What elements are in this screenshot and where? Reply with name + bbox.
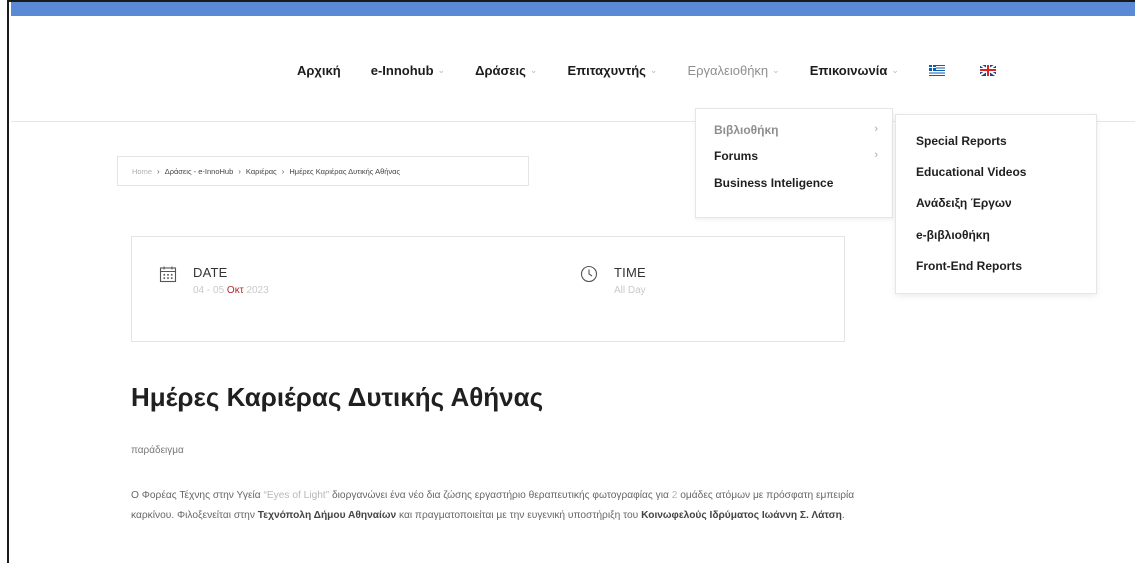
menu-item-forums[interactable]: Forums › xyxy=(714,149,878,163)
window-frame-left xyxy=(0,0,9,563)
page-title: Ημέρες Καριέρας Δυτικής Αθήνας xyxy=(131,382,544,412)
chevron-down-icon: ⌄ xyxy=(772,64,780,75)
nav-item-label: Εργαλειοθήκη xyxy=(687,62,769,78)
nav-item-e-innohub[interactable]: e-Innohub ⌄ xyxy=(371,63,445,78)
event-time: TIME All Day xyxy=(580,265,646,296)
event-info-box: DATE 04 - 05 Οκτ 2023 TIME All Day xyxy=(131,236,845,342)
text-run: και πραγματοποιείται με την ευγενική υπο… xyxy=(396,510,642,521)
submenu-item-front-end-reports[interactable]: Front-End Reports xyxy=(916,259,1022,273)
nav-item-home[interactable]: Αρχική xyxy=(297,63,341,78)
nav-item-label: Δράσεις xyxy=(475,62,526,78)
chevron-right-icon: › xyxy=(874,123,878,135)
chevron-down-icon: ⌄ xyxy=(891,64,899,75)
breadcrumb-home[interactable]: Home xyxy=(132,167,152,176)
nav-item-label: Επιταχυντής xyxy=(567,62,646,78)
date-year: 2023 xyxy=(246,285,269,296)
breadcrumb: Home › Δράσεις - e-InnoHub › Καριέρας › … xyxy=(117,156,529,186)
text-run: . xyxy=(841,510,845,521)
date-label: DATE xyxy=(193,265,228,280)
nav-item-contact[interactable]: Επικοινωνία ⌄ xyxy=(810,63,899,78)
breadcrumb-current: Ημέρες Καριέρας Δυτικής Αθήνας xyxy=(289,166,401,176)
breadcrumb-separator: › xyxy=(238,166,241,176)
breadcrumb-actions[interactable]: Δράσεις - e-InnoHub xyxy=(165,167,234,176)
nav-item-label: e-Innohub xyxy=(370,62,434,78)
toolbox-dropdown-menu: Βιβλιοθήκη › Forums › Business Inteligen… xyxy=(695,108,893,218)
library-submenu: Special Reports Educational Videos Ανάδε… xyxy=(895,114,1097,294)
submenu-item-projects[interactable]: Ανάδειξη Έργων xyxy=(916,196,1012,210)
breadcrumb-separator: › xyxy=(157,166,160,176)
article-paragraph: Ο Φορέας Τέχνης στην Υγεία “Eyes of Ligh… xyxy=(131,486,871,526)
breadcrumb-separator: › xyxy=(281,166,285,176)
chevron-down-icon: ⌄ xyxy=(529,64,538,75)
nav-item-toolbox[interactable]: Εργαλειοθήκη ⌄ xyxy=(687,63,779,78)
text-run-bold: Κοινωφελούς Ιδρύματος Ιωάννη Σ. Λάτση xyxy=(641,510,842,521)
time-label: TIME xyxy=(614,265,646,280)
text-run: Ο Φορέας Τέχνης στην Υγεία xyxy=(131,490,264,501)
nav-item-label: Επικοινωνία xyxy=(809,62,888,78)
article-subtitle: παράδειγμα xyxy=(131,445,184,456)
menu-item-business-intelligence[interactable]: Business Inteligence xyxy=(714,176,878,190)
time-value: All Day xyxy=(614,285,646,296)
chevron-down-icon: ⌄ xyxy=(437,64,446,75)
text-run-highlight: “Eyes of Light” xyxy=(263,490,330,501)
page: Αρχική e-Innohub ⌄ Δράσεις ⌄ Επιταχυντής… xyxy=(11,2,1135,563)
menu-item-label: Βιβλιοθήκη xyxy=(714,123,779,137)
submenu-item-e-library[interactable]: e-βιβλιοθήκη xyxy=(916,228,990,242)
menu-item-label: Forums xyxy=(714,149,759,163)
submenu-item-special-reports[interactable]: Special Reports xyxy=(916,134,1007,148)
top-accent-bar xyxy=(11,2,1135,16)
site-header: Αρχική e-Innohub ⌄ Δράσεις ⌄ Επιταχυντής… xyxy=(11,16,1135,122)
menu-item-library[interactable]: Βιβλιοθήκη › xyxy=(714,123,878,137)
chevron-right-icon: › xyxy=(874,149,878,161)
uk-flag-icon[interactable] xyxy=(979,64,996,76)
text-run: διοργανώνει ένα νέο δια ζώσης εργαστήριο… xyxy=(329,490,672,501)
event-date: DATE 04 - 05 Οκτ 2023 xyxy=(159,265,269,296)
nav-item-label: Αρχική xyxy=(297,62,341,78)
main-navigation: Αρχική e-Innohub ⌄ Δράσεις ⌄ Επιταχυντής… xyxy=(297,60,1031,80)
date-value: 04 - 05 Οκτ 2023 xyxy=(193,285,269,296)
text-run-bold: Τεχνόπολη Δήμου Αθηναίων xyxy=(257,510,397,521)
date-range: 04 - 05 xyxy=(193,285,225,296)
submenu-item-educational-videos[interactable]: Educational Videos xyxy=(916,165,1026,179)
chevron-down-icon: ⌄ xyxy=(649,64,658,75)
breadcrumb-actions-label: Δράσεις - e-InnoHub xyxy=(164,166,234,176)
clock-icon xyxy=(580,265,598,283)
breadcrumb-career[interactable]: Καριέρας xyxy=(246,167,277,176)
nav-item-actions[interactable]: Δράσεις ⌄ xyxy=(475,63,537,78)
date-month: Οκτ xyxy=(226,285,244,296)
calendar-icon xyxy=(159,266,177,283)
menu-item-label: Business Inteligence xyxy=(714,176,834,190)
greek-flag-icon[interactable] xyxy=(928,64,945,76)
nav-item-accelerator[interactable]: Επιταχυντής ⌄ xyxy=(567,63,657,78)
